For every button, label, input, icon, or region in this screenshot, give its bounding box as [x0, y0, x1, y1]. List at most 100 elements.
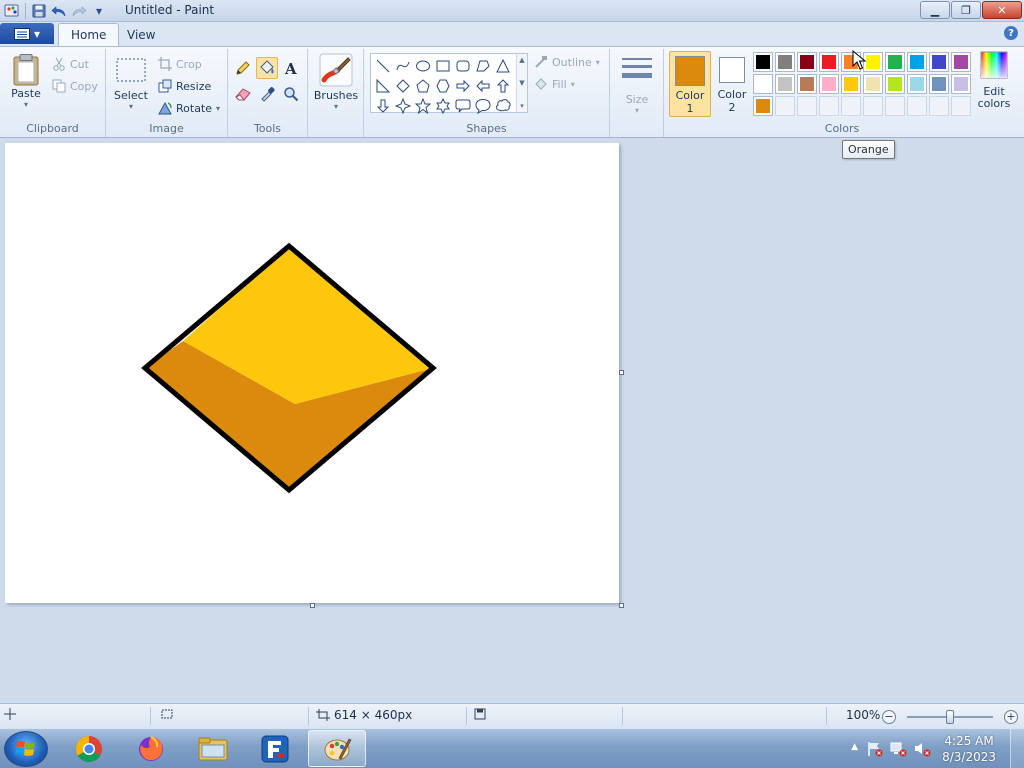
palette-empty-slot[interactable]: [819, 96, 839, 116]
palette-color-swatch[interactable]: [775, 52, 795, 72]
palette-color-swatch[interactable]: [907, 74, 927, 94]
taskbar-firefox[interactable]: [122, 730, 180, 767]
action-center-flag-icon[interactable]: [866, 741, 884, 757]
tab-home[interactable]: Home: [58, 23, 120, 46]
color1-button[interactable]: Color 1: [669, 51, 711, 117]
shape-up-arrow-icon[interactable]: [493, 76, 513, 96]
scroll-up-icon[interactable]: ▲: [519, 56, 524, 64]
shape-pentagon-icon[interactable]: [413, 76, 433, 96]
shape-right-triangle-icon[interactable]: [373, 76, 393, 96]
palette-color-swatch[interactable]: [951, 52, 971, 72]
palette-color-swatch[interactable]: [797, 52, 817, 72]
shape-rounded-callout-icon[interactable]: [453, 96, 473, 116]
size-dropdown-icon[interactable]: ▾: [635, 106, 639, 115]
rotate-dropdown-icon[interactable]: ▾: [216, 104, 220, 113]
text-tool[interactable]: A: [280, 57, 302, 79]
palette-color-swatch[interactable]: [863, 52, 883, 72]
zoom-slider-thumb[interactable]: [946, 710, 954, 724]
shape-polygon-icon[interactable]: [473, 56, 493, 76]
help-icon[interactable]: ?: [1004, 26, 1018, 40]
magnifier-tool[interactable]: [280, 83, 302, 105]
shape-curve-icon[interactable]: [393, 56, 413, 76]
fill-tool[interactable]: [256, 57, 278, 79]
palette-color-swatch[interactable]: [753, 96, 773, 116]
taskbar-filezilla[interactable]: [246, 730, 304, 767]
scroll-down-icon[interactable]: ▼: [519, 79, 524, 87]
undo-icon[interactable]: [49, 1, 69, 21]
application-menu-button[interactable]: ▾: [0, 23, 54, 44]
drawing-canvas[interactable]: [5, 143, 619, 603]
brushes-dropdown-icon[interactable]: ▾: [334, 102, 338, 111]
shape-oval-callout-icon[interactable]: [473, 96, 493, 116]
resize-handle-bottom[interactable]: [310, 603, 315, 608]
shape-rounded-rectangle-icon[interactable]: [453, 56, 473, 76]
shape-cloud-callout-icon[interactable]: [493, 96, 513, 116]
palette-color-swatch[interactable]: [885, 74, 905, 94]
resize-button[interactable]: Resize: [158, 79, 211, 93]
shape-six-point-star-icon[interactable]: [433, 96, 453, 116]
outline-dropdown-icon[interactable]: ▾: [596, 58, 600, 67]
palette-color-swatch[interactable]: [775, 74, 795, 94]
shape-triangle-icon[interactable]: [493, 56, 513, 76]
palette-color-swatch[interactable]: [885, 52, 905, 72]
palette-empty-slot[interactable]: [775, 96, 795, 116]
shape-line-icon[interactable]: [373, 56, 393, 76]
start-button[interactable]: [4, 731, 48, 767]
outline-button[interactable]: Outline ▾: [534, 55, 600, 69]
palette-empty-slot[interactable]: [951, 96, 971, 116]
zoom-out-button[interactable]: −: [882, 710, 896, 724]
clock[interactable]: 4:25 AM 8/3/2023: [942, 733, 996, 765]
fill-dropdown-icon[interactable]: ▾: [571, 80, 575, 89]
taskbar-paint[interactable]: [308, 730, 366, 767]
more-shapes-icon[interactable]: ▾: [520, 102, 524, 110]
paste-button[interactable]: Paste ▾: [6, 53, 46, 109]
shape-rectangle-icon[interactable]: [433, 56, 453, 76]
size-button[interactable]: Size ▾: [618, 55, 656, 115]
shape-down-arrow-icon[interactable]: [373, 96, 393, 116]
palette-empty-slot[interactable]: [841, 96, 861, 116]
brushes-button[interactable]: Brushes ▾: [314, 53, 358, 111]
palette-color-swatch[interactable]: [907, 52, 927, 72]
color-picker-tool[interactable]: [256, 83, 278, 105]
shape-five-point-star-icon[interactable]: [413, 96, 433, 116]
palette-empty-slot[interactable]: [929, 96, 949, 116]
paste-dropdown-icon[interactable]: ▾: [24, 100, 28, 109]
paint-app-icon[interactable]: [2, 1, 22, 21]
fill-button[interactable]: Fill ▾: [534, 77, 575, 91]
resize-handle-right[interactable]: [619, 370, 624, 375]
shapes-scrollbar[interactable]: ▲ ▼ ▾: [516, 54, 527, 112]
edit-colors-button[interactable]: Edit colors: [975, 51, 1013, 110]
taskbar-chrome[interactable]: [60, 730, 118, 767]
palette-color-swatch[interactable]: [929, 74, 949, 94]
shape-oval-icon[interactable]: [413, 56, 433, 76]
shape-right-arrow-icon[interactable]: [453, 76, 473, 96]
cut-button[interactable]: Cut: [52, 57, 89, 71]
shape-left-arrow-icon[interactable]: [473, 76, 493, 96]
palette-color-swatch[interactable]: [753, 74, 773, 94]
network-icon[interactable]: [890, 741, 908, 757]
redo-icon[interactable]: [69, 1, 89, 21]
crop-button[interactable]: Crop: [158, 57, 202, 71]
rotate-button[interactable]: Rotate ▾: [158, 101, 220, 115]
palette-color-swatch[interactable]: [841, 74, 861, 94]
palette-color-swatch[interactable]: [797, 74, 817, 94]
taskbar-file-explorer[interactable]: [184, 730, 242, 767]
eraser-tool[interactable]: [232, 83, 254, 105]
palette-color-swatch[interactable]: [819, 74, 839, 94]
palette-color-swatch[interactable]: [863, 74, 883, 94]
resize-handle-corner[interactable]: [619, 603, 624, 608]
shape-four-point-star-icon[interactable]: [393, 96, 413, 116]
palette-empty-slot[interactable]: [907, 96, 927, 116]
select-dropdown-icon[interactable]: ▾: [129, 102, 133, 111]
close-button[interactable]: ✕: [982, 1, 1022, 19]
palette-empty-slot[interactable]: [797, 96, 817, 116]
show-desktop-button[interactable]: [1010, 729, 1024, 768]
shape-hexagon-icon[interactable]: [433, 76, 453, 96]
palette-color-swatch[interactable]: [951, 74, 971, 94]
palette-color-swatch[interactable]: [753, 52, 773, 72]
restore-button[interactable]: ❐: [951, 1, 981, 19]
show-hidden-icons-button[interactable]: ▲: [851, 742, 858, 752]
shape-diamond-icon[interactable]: [393, 76, 413, 96]
pencil-tool[interactable]: [232, 57, 254, 79]
palette-empty-slot[interactable]: [863, 96, 883, 116]
